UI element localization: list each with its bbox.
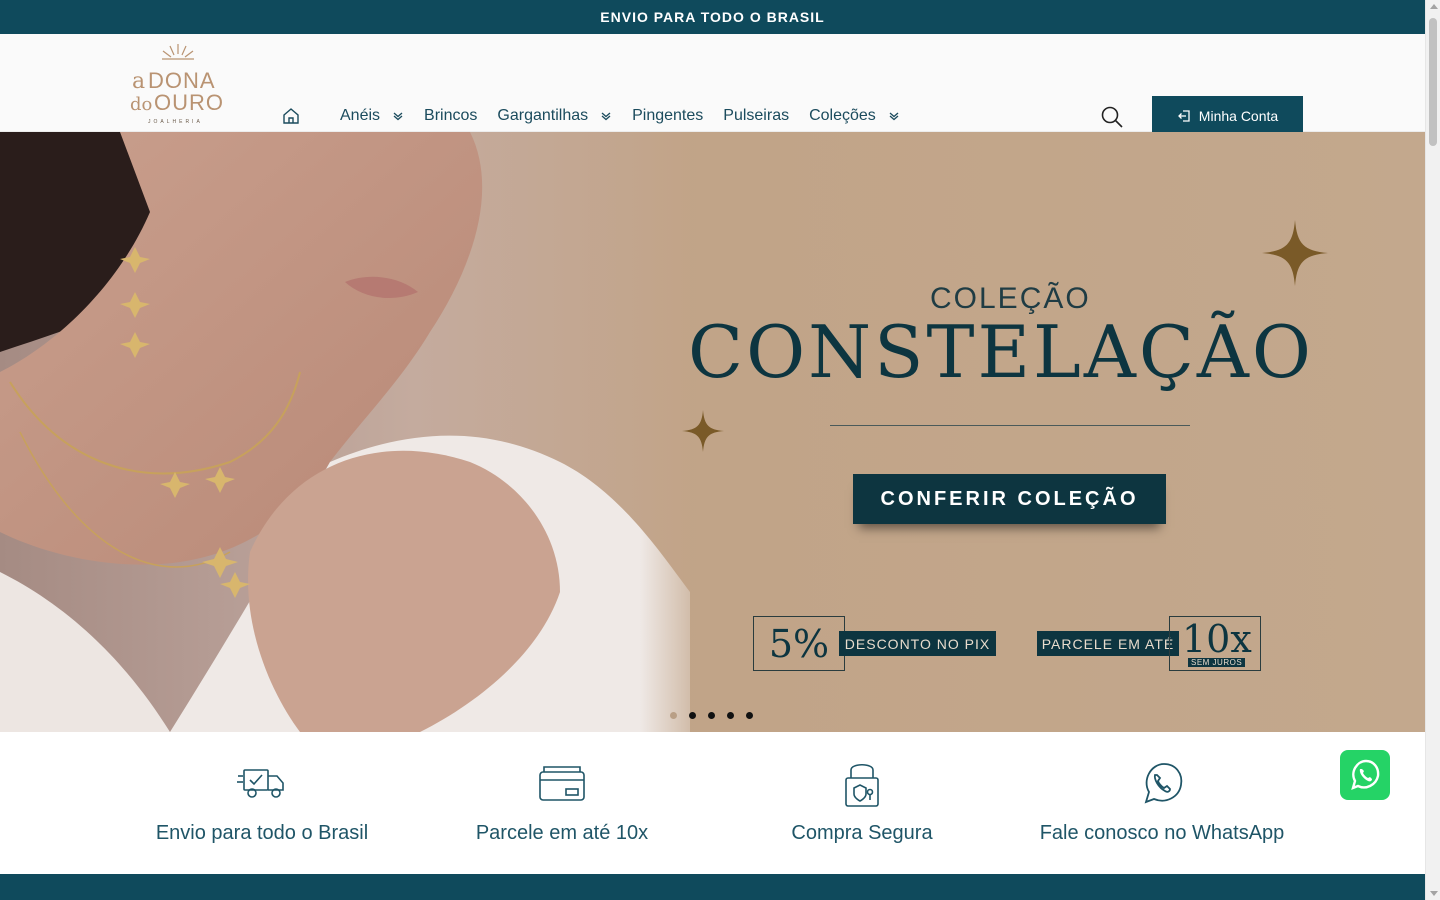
nav-label: Gargantilhas <box>497 107 589 124</box>
secure-lock-icon <box>845 763 879 807</box>
whatsapp-icon <box>1351 759 1380 791</box>
svg-text:JOALHERIA: JOALHERIA <box>148 119 203 125</box>
site-header: a DONA do OURO JOALHERIA Anéis Brincos G… <box>0 34 1425 136</box>
chevron-down-icon <box>889 112 899 121</box>
features-bar: Envio para todo o Brasil Parcele em até … <box>0 732 1425 874</box>
installments-sub: SEM JUROS <box>1188 658 1246 667</box>
pix-discount-badge: 5% DESCONTO NO PIX <box>753 616 996 671</box>
sparkle-icon <box>682 410 724 452</box>
feature-shipping: Envio para todo o Brasil <box>112 758 412 845</box>
account-label: Minha Conta <box>1198 108 1279 124</box>
main-nav: Anéis Brincos Gargantilhas Pingentes Pul… <box>340 104 920 128</box>
installments-value: 10x <box>1182 617 1252 661</box>
feature-label: Parcele em até 10x <box>475 822 649 844</box>
carousel-dot[interactable] <box>746 712 753 719</box>
footer-top <box>0 874 1425 900</box>
nav-label: Pulseiras <box>723 107 790 124</box>
nav-label: Brincos <box>424 107 478 124</box>
carousel-dot[interactable] <box>670 712 677 719</box>
carousel-dot[interactable] <box>708 712 715 719</box>
nav-item-pulseiras[interactable]: Pulseiras <box>723 107 789 125</box>
credit-card-icon <box>539 766 585 801</box>
wave-divider <box>0 874 1425 878</box>
installments-badge: PARCELE EM ATÉ 10x SEM JUROS <box>1037 616 1261 671</box>
whatsapp-float-button[interactable] <box>1340 750 1390 800</box>
scroll-up-arrow[interactable] <box>1430 4 1438 9</box>
search-icon[interactable] <box>1100 105 1124 129</box>
hero-banner[interactable]: COLEÇÃO CONSTELAÇÃO CONFERIR COLEÇÃO 5% … <box>0 132 1425 732</box>
svg-text:a: a <box>132 69 145 94</box>
page: ENVIO PARA TODO O BRASIL a DONA do OURO … <box>0 0 1425 900</box>
brand-logo[interactable]: a DONA do OURO JOALHERIA <box>126 42 230 126</box>
carousel-dots <box>670 712 765 719</box>
feature-installments: Parcele em até 10x <box>412 758 712 845</box>
feature-secure: Compra Segura <box>712 758 1012 845</box>
delivery-truck-icon <box>237 769 284 798</box>
collection-title: CONSTELAÇÃO <box>688 310 1314 394</box>
nav-item-aneis[interactable]: Anéis <box>340 107 404 125</box>
nav-item-gargantilhas[interactable]: Gargantilhas <box>497 107 612 125</box>
page-scrollbar[interactable] <box>1425 0 1440 900</box>
installments-box: 10x SEM JUROS <box>1169 616 1261 671</box>
hero-model-photo <box>0 132 690 732</box>
login-icon <box>1177 110 1190 122</box>
scroll-down-arrow[interactable] <box>1430 891 1438 896</box>
nav-item-brincos[interactable]: Brincos <box>424 107 477 125</box>
divider <box>830 425 1190 426</box>
whatsapp-icon <box>1144 763 1183 804</box>
sparkle-icon <box>1262 220 1328 286</box>
nav-label: Pingentes <box>632 107 704 124</box>
scroll-thumb[interactable] <box>1429 18 1437 146</box>
pix-discount-value: 5% <box>753 616 845 671</box>
feature-label: Fale conosco no WhatsApp <box>1039 822 1285 844</box>
nav-item-colecoes[interactable]: Coleções <box>809 107 900 125</box>
nav-label: Anéis <box>340 107 381 124</box>
carousel-dot[interactable] <box>689 712 696 719</box>
pix-discount-label: DESCONTO NO PIX <box>839 631 996 656</box>
feature-whatsapp[interactable]: Fale conosco no WhatsApp <box>1012 758 1312 845</box>
nav-label: Coleções <box>809 107 876 124</box>
nav-item-pingentes[interactable]: Pingentes <box>632 107 703 125</box>
feature-label: Envio para todo o Brasil <box>155 822 369 844</box>
view-collection-button[interactable]: CONFERIR COLEÇÃO <box>853 474 1166 524</box>
chevron-down-icon <box>393 112 403 121</box>
home-icon[interactable] <box>281 106 301 126</box>
account-button[interactable]: Minha Conta <box>1152 96 1303 136</box>
announcement-text: ENVIO PARA TODO O BRASIL <box>600 9 825 25</box>
announcement-bar: ENVIO PARA TODO O BRASIL <box>0 0 1425 34</box>
installments-label: PARCELE EM ATÉ <box>1037 631 1179 656</box>
svg-text:do: do <box>130 94 152 115</box>
carousel-dot[interactable] <box>727 712 734 719</box>
svg-text:OURO: OURO <box>154 90 224 115</box>
feature-label: Compra Segura <box>791 822 933 844</box>
chevron-down-icon <box>601 112 611 121</box>
